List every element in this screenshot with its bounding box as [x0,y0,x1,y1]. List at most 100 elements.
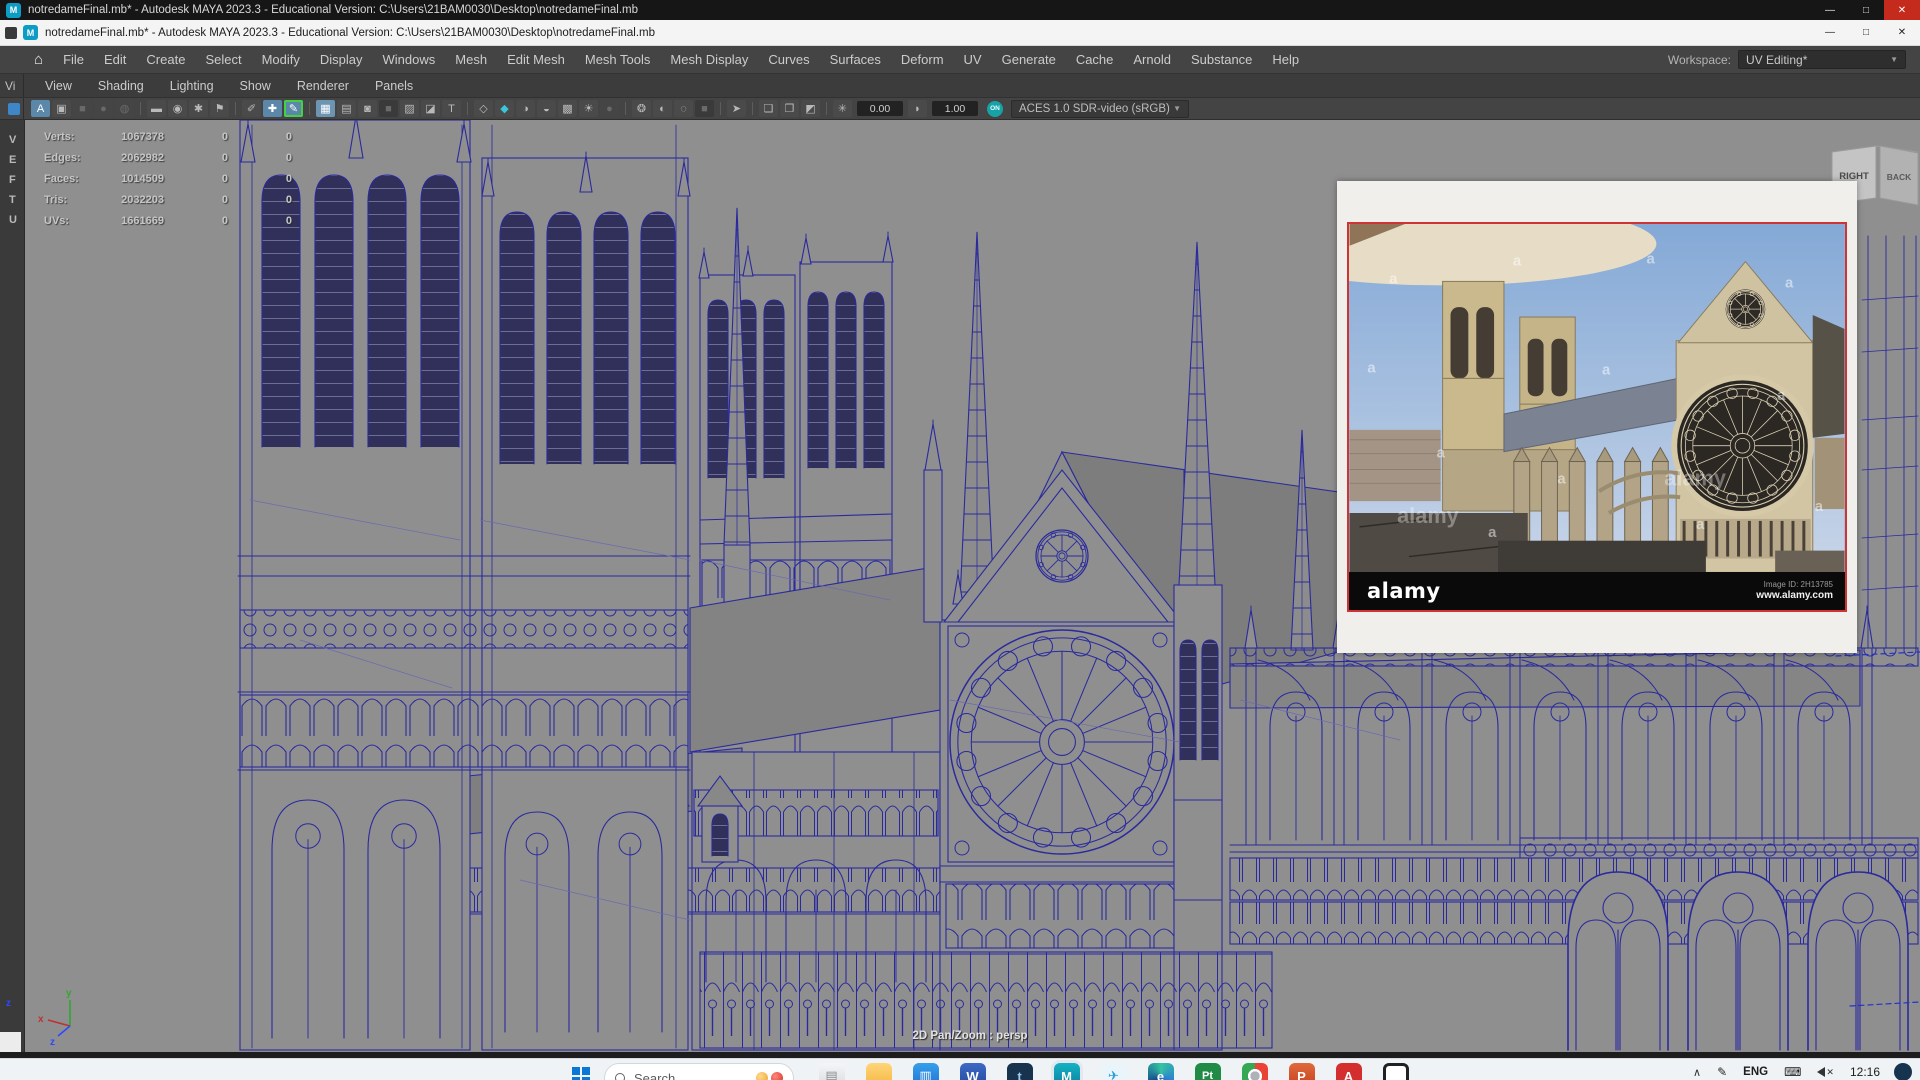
icon-lighting-cube[interactable]: ◆ [495,100,514,117]
menu-item-help[interactable]: Help [1262,46,1309,74]
workspace-selector[interactable]: UV Editing* ▼ [1738,50,1906,69]
icon-camera-settings[interactable]: ✱ [189,100,208,117]
taskbar-adobe-icon[interactable]: A [1336,1063,1362,1080]
taskbar-store-icon[interactable]: ▥ [913,1063,939,1080]
icon-select-object[interactable]: ◍ [115,100,134,117]
menu-item-curves[interactable]: Curves [758,46,819,74]
icon-camera-lock[interactable]: ◉ [168,100,187,117]
icon-select-cursor[interactable]: ➤ [727,100,746,117]
icon-image-plane[interactable]: ✐ [242,100,261,117]
clock[interactable]: 12:16 [1850,1065,1880,1079]
search-input[interactable]: Search [604,1063,794,1080]
icon-checker[interactable]: ▩ [558,100,577,117]
maya-minimize-button[interactable]: — [1812,20,1848,45]
menu-item-modify[interactable]: Modify [252,46,310,74]
menu-item-display[interactable]: Display [310,46,373,74]
icon-textured[interactable]: ❂ [632,100,651,117]
taskbar-twitter-icon[interactable]: t [1007,1063,1033,1080]
menu-item-windows[interactable]: Windows [373,46,446,74]
language-indicator[interactable]: ENG [1743,1066,1768,1078]
menu-item-uv[interactable]: UV [954,46,992,74]
icon-film-gate[interactable]: ▤ [337,100,356,117]
left-panel-menu-stub[interactable]: Vi [0,74,24,97]
taskbar-telegram-icon[interactable]: ✈ [1101,1063,1127,1080]
menu-item-show[interactable]: Show [227,74,284,98]
gamma-icon[interactable]: ◗ [908,100,927,117]
icon-safe-title[interactable]: T [442,100,461,117]
icon-occlusion[interactable]: ◐ [653,100,672,117]
maya-restore-button[interactable]: □ [1848,20,1884,45]
notification-button[interactable] [1894,1063,1912,1080]
icon-layer-corner[interactable]: ◩ [801,100,820,117]
menu-item-generate[interactable]: Generate [992,46,1066,74]
minimize-button[interactable]: — [1812,0,1848,20]
taskbar-explorer-icon[interactable]: ▤ [819,1063,845,1080]
icon-multisample[interactable]: ■ [695,100,714,117]
menu-item-cache[interactable]: Cache [1066,46,1124,74]
menu-item-select[interactable]: Select [195,46,251,74]
icon-bookmark[interactable]: ⚑ [210,100,229,117]
icon-select-by-type[interactable]: A [31,100,50,117]
pen-icon[interactable]: ✎ [1717,1065,1727,1079]
gamma-field[interactable]: 1.00 [932,101,978,116]
icon-isolate-select[interactable]: ◇ [474,100,493,117]
icon-shadows[interactable]: ● [600,100,619,117]
icon-2d-pan-zoom[interactable]: ✚ [263,100,282,117]
start-button[interactable] [568,1063,594,1080]
menu-item-substance[interactable]: Substance [1181,46,1262,74]
icon-layer-back[interactable]: ❐ [780,100,799,117]
touch-keyboard-icon[interactable]: ⌨ [1784,1065,1801,1079]
maya-close-button[interactable]: ✕ [1884,20,1920,45]
maximize-button[interactable]: □ [1848,0,1884,20]
menu-item-surfaces[interactable]: Surfaces [820,46,891,74]
taskbar-powerpoint-icon[interactable]: P [1289,1063,1315,1080]
menu-item-file[interactable]: File [53,46,94,74]
taskbar-chrome-icon[interactable] [1242,1063,1268,1080]
close-button[interactable]: ✕ [1884,0,1920,20]
taskbar-copilot-icon[interactable] [1383,1063,1409,1080]
icon-select-marquee[interactable]: ▣ [52,100,71,117]
menu-item-shading[interactable]: Shading [85,74,157,98]
volume-muted-icon[interactable]: ✕ [1817,1067,1834,1078]
icon-grease-pencil[interactable]: ✎ [284,100,303,117]
taskbar-photopea-icon[interactable]: Pt [1195,1063,1221,1080]
color-management-toggle[interactable]: ON [987,101,1003,117]
menu-item-lighting[interactable]: Lighting [157,74,227,98]
reference-image-panel[interactable]: aaaaaaaaaaaaalamyalamy alamy Image ID: 2… [1337,181,1857,653]
icon-shade-sphere[interactable]: ◒ [537,100,556,117]
icon-layer-front[interactable]: ❏ [759,100,778,117]
icon-default-lighting[interactable]: ☀ [579,100,598,117]
menu-item-edit[interactable]: Edit [94,46,136,74]
icon-safe-action[interactable]: ◪ [421,100,440,117]
menu-item-mesh[interactable]: Mesh [445,46,497,74]
icon-resolution-gate[interactable]: ◙ [358,100,377,117]
left-panel-sliver[interactable]: VEFTU z [0,120,25,1058]
taskbar-maya-icon[interactable]: M [1054,1063,1080,1080]
icon-camera-attributes[interactable]: ▬ [147,100,166,117]
menu-item-mesh-display[interactable]: Mesh Display [660,46,758,74]
menu-item-panels[interactable]: Panels [362,74,426,98]
icon-motion-blur[interactable]: ◌ [674,100,693,117]
menu-item-renderer[interactable]: Renderer [284,74,362,98]
icon-select-lasso[interactable]: ■ [73,100,92,117]
menu-item-arnold[interactable]: Arnold [1123,46,1181,74]
menu-item-deform[interactable]: Deform [891,46,954,74]
reference-photo[interactable]: aaaaaaaaaaaaalamyalamy alamy Image ID: 2… [1347,222,1847,612]
icon-field-chart[interactable]: ▨ [400,100,419,117]
menu-item-view[interactable]: View [32,74,85,98]
home-icon[interactable]: ⌂ [34,51,43,68]
menu-item-edit-mesh[interactable]: Edit Mesh [497,46,575,74]
icon-grid[interactable]: ▦ [316,100,335,117]
icon-select-paint[interactable]: ● [94,100,113,117]
colorspace-selector[interactable]: ACES 1.0 SDR-video (sRGB) ▼ [1011,100,1189,118]
icon-gate-mask[interactable]: ■ [379,100,398,117]
tray-overflow-button[interactable]: ∧ [1693,1066,1701,1079]
icon-exposure[interactable]: ✳ [833,100,852,117]
menu-item-mesh-tools[interactable]: Mesh Tools [575,46,661,74]
exposure-field[interactable]: 0.00 [857,101,903,116]
taskbar-folder-icon[interactable] [866,1063,892,1080]
taskbar-word-icon[interactable]: W [960,1063,986,1080]
icon-shade-half[interactable]: ◑ [516,100,535,117]
taskbar-edge-icon[interactable]: e [1148,1063,1174,1080]
menu-item-create[interactable]: Create [136,46,195,74]
